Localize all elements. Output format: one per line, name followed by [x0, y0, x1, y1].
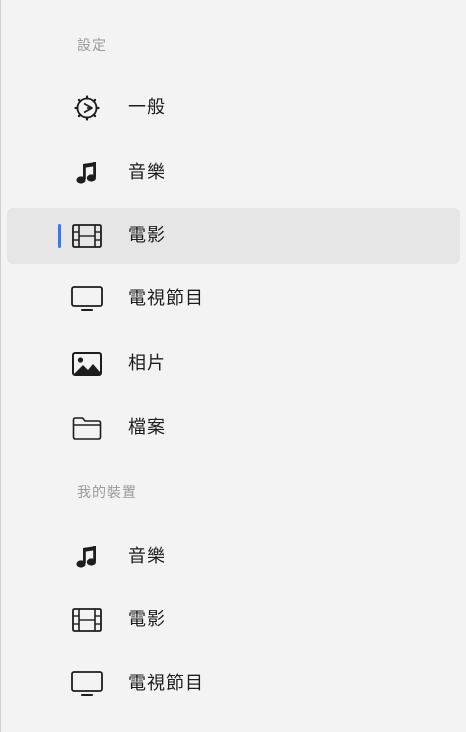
folder-icon [71, 414, 103, 442]
device-item-tv-shows[interactable]: 電視節目 [7, 656, 460, 712]
tv-icon [71, 670, 103, 698]
sidebar-item-label: 檔案 [128, 417, 166, 438]
photo-icon [71, 350, 103, 378]
film-icon [71, 606, 103, 634]
device-item-music[interactable]: 音樂 [7, 529, 460, 585]
music-note-icon [71, 159, 103, 187]
device-item-movies[interactable]: 電影 [7, 592, 460, 648]
sidebar-item-tv-shows[interactable]: 電視節目 [7, 271, 460, 327]
tv-icon [71, 285, 103, 313]
sidebar-item-general[interactable]: 一般 [7, 80, 460, 136]
sidebar-item-label: 電視節目 [128, 288, 204, 309]
section-header-settings: 設定 [77, 38, 107, 54]
sidebar-item-label: 電影 [128, 609, 166, 630]
sidebar-item-label: 電視節目 [128, 673, 204, 694]
section-header-my-devices: 我的裝置 [77, 485, 137, 501]
film-icon [71, 222, 103, 250]
selection-indicator [58, 224, 61, 248]
gear-icon [71, 94, 103, 122]
sidebar-item-label: 一般 [128, 97, 166, 118]
sidebar-item-label: 電影 [128, 225, 166, 246]
sidebar-item-movies[interactable]: 電影 [7, 208, 460, 264]
sidebar: 設定 一般 音樂 電影 電視節目 相片 檔案 我的裝置 音樂 電影 電視節目 [0, 0, 466, 732]
sidebar-item-photos[interactable]: 相片 [7, 336, 460, 392]
sidebar-item-music[interactable]: 音樂 [7, 145, 460, 201]
sidebar-item-label: 音樂 [128, 546, 166, 567]
sidebar-item-label: 音樂 [128, 162, 166, 183]
sidebar-item-files[interactable]: 檔案 [7, 400, 460, 456]
sidebar-item-label: 相片 [128, 353, 166, 374]
music-note-icon [71, 543, 103, 571]
